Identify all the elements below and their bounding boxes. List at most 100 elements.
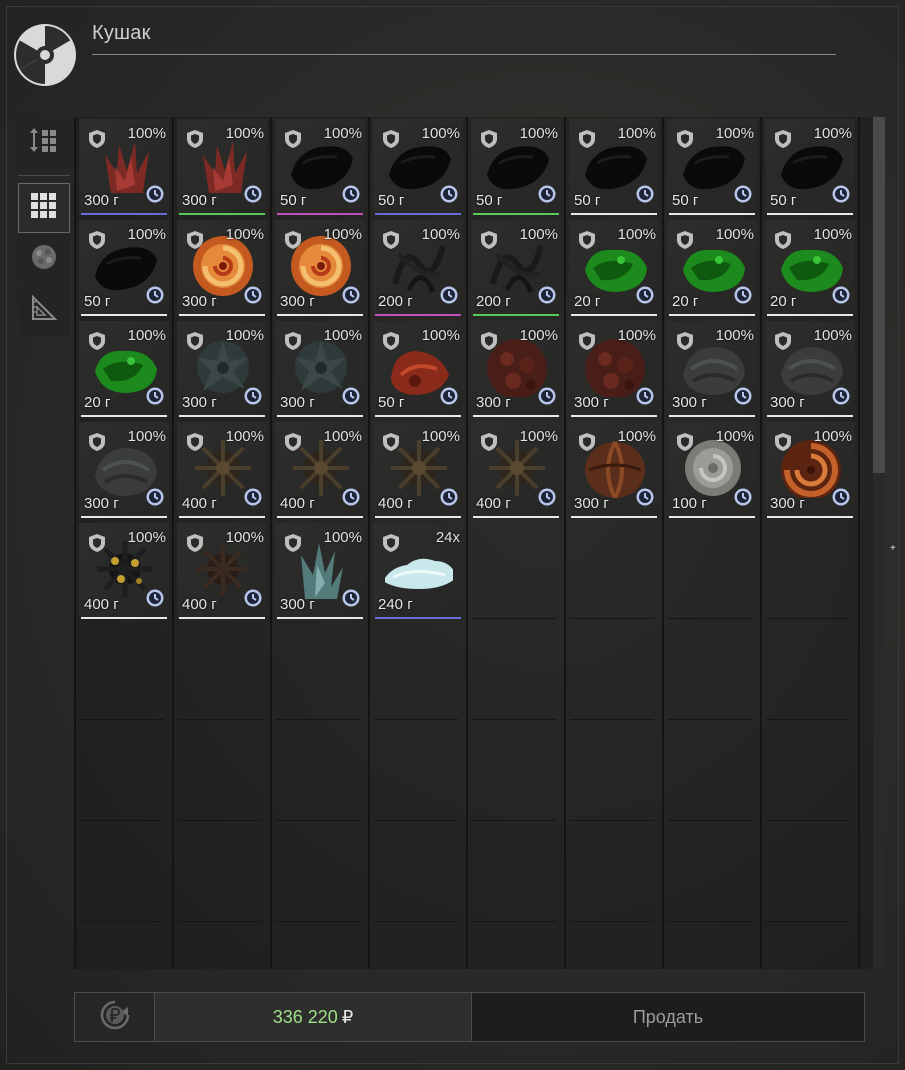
inventory-slot[interactable] xyxy=(468,723,564,824)
inventory-slot[interactable]: 100% 300 г xyxy=(566,319,662,420)
inventory-slot[interactable] xyxy=(664,925,760,969)
inventory-slot[interactable]: 100% 400 г xyxy=(468,420,564,521)
inventory-slot[interactable]: 100% 50 г xyxy=(76,218,172,319)
inventory-slot[interactable] xyxy=(174,925,270,969)
inventory-slot[interactable] xyxy=(174,824,270,925)
inventory-slot[interactable]: 100% 300 г xyxy=(468,319,564,420)
artifact-item[interactable]: 100% 300 г xyxy=(569,321,659,417)
inventory-slot[interactable]: 100% 200 г xyxy=(468,218,564,319)
inventory-slot[interactable] xyxy=(272,723,368,824)
artifact-item[interactable]: 100% 300 г xyxy=(177,220,267,316)
artifact-item[interactable]: 100% 300 г xyxy=(177,119,267,215)
inventory-slot[interactable] xyxy=(762,521,858,622)
artifact-item[interactable]: 100% 50 г xyxy=(765,119,855,215)
artifact-item[interactable]: 100% 300 г xyxy=(471,321,561,417)
artifact-item[interactable]: 100% 300 г xyxy=(765,422,855,518)
inventory-slot[interactable]: 100% 50 г xyxy=(272,117,368,218)
artifact-item[interactable]: 100% 50 г xyxy=(79,220,169,316)
artifact-item[interactable]: 100% 300 г xyxy=(569,422,659,518)
inventory-slot[interactable] xyxy=(370,723,466,824)
artifact-item[interactable]: 100% 300 г xyxy=(177,321,267,417)
sell-button[interactable]: Продать xyxy=(471,992,865,1042)
inventory-slot[interactable]: 100% 300 г xyxy=(566,420,662,521)
inventory-slot[interactable]: 100% 300 г xyxy=(272,521,368,622)
artifact-item[interactable]: 100% 50 г xyxy=(275,119,365,215)
ruler-tab[interactable] xyxy=(18,285,70,335)
artifact-item[interactable]: 100% 50 г xyxy=(373,321,463,417)
inventory-slot[interactable] xyxy=(468,622,564,723)
artifact-item[interactable]: 100% 20 г xyxy=(667,220,757,316)
inventory-slot[interactable]: 100% 400 г xyxy=(272,420,368,521)
inventory-slot[interactable] xyxy=(370,622,466,723)
artifact-item[interactable]: 100% 400 г xyxy=(275,422,365,518)
artifact-item[interactable]: 100% 400 г xyxy=(373,422,463,518)
inventory-slot[interactable] xyxy=(762,723,858,824)
inventory-slot[interactable] xyxy=(76,925,172,969)
grid-view-tab[interactable] xyxy=(18,183,70,233)
inventory-slot[interactable]: 100% 300 г xyxy=(762,420,858,521)
inventory-slot[interactable] xyxy=(272,824,368,925)
inventory-slot[interactable]: 100% 300 г xyxy=(174,117,270,218)
artifact-filter-tab[interactable] xyxy=(18,234,70,284)
inventory-slot[interactable] xyxy=(762,622,858,723)
inventory-slot[interactable]: 100% 300 г xyxy=(76,420,172,521)
inventory-slot[interactable]: 100% 20 г xyxy=(566,218,662,319)
inventory-slot[interactable] xyxy=(272,622,368,723)
artifact-item[interactable]: 100% 200 г xyxy=(373,220,463,316)
inventory-slot[interactable] xyxy=(272,925,368,969)
inventory-slot[interactable]: 100% 50 г xyxy=(664,117,760,218)
inventory-slot[interactable]: 100% 300 г xyxy=(664,319,760,420)
inventory-slot[interactable]: 100% 300 г xyxy=(174,319,270,420)
inventory-slot[interactable]: 100% 400 г xyxy=(76,521,172,622)
artifact-item[interactable]: 100% 300 г xyxy=(765,321,855,417)
inventory-slot[interactable] xyxy=(468,824,564,925)
artifact-item[interactable]: 100% 200 г xyxy=(471,220,561,316)
inventory-slot[interactable]: 100% 50 г xyxy=(566,117,662,218)
artifact-item[interactable]: 100% 300 г xyxy=(79,422,169,518)
inventory-slot[interactable] xyxy=(174,723,270,824)
inventory-slot[interactable]: 100% 20 г xyxy=(664,218,760,319)
inventory-slot[interactable]: 100% 400 г xyxy=(370,420,466,521)
artifact-item[interactable]: 100% 400 г xyxy=(471,422,561,518)
inventory-slot[interactable] xyxy=(370,925,466,969)
inventory-slot[interactable]: 100% 300 г xyxy=(762,319,858,420)
scrollbar[interactable] xyxy=(873,117,885,969)
artifact-item[interactable]: 100% 100 г xyxy=(667,422,757,518)
inventory-slot[interactable]: 100% 50 г xyxy=(370,117,466,218)
artifact-item[interactable]: 100% 50 г xyxy=(667,119,757,215)
inventory-slot[interactable]: 100% 200 г xyxy=(370,218,466,319)
inventory-slot[interactable] xyxy=(76,824,172,925)
artifact-item[interactable]: 100% 300 г xyxy=(275,321,365,417)
inventory-slot[interactable] xyxy=(370,824,466,925)
artifact-item[interactable]: 100% 400 г xyxy=(177,422,267,518)
inventory-slot[interactable] xyxy=(762,824,858,925)
artifact-item[interactable]: 100% 400 г xyxy=(79,523,169,619)
inventory-slot[interactable] xyxy=(566,723,662,824)
artifact-item[interactable]: 100% 400 г xyxy=(177,523,267,619)
artifact-item[interactable]: 100% 20 г xyxy=(765,220,855,316)
inventory-slot[interactable] xyxy=(566,622,662,723)
inventory-slot[interactable]: 100% 50 г xyxy=(762,117,858,218)
artifact-item[interactable]: 100% 300 г xyxy=(667,321,757,417)
inventory-slot[interactable]: 100% 300 г xyxy=(76,117,172,218)
inventory-slot[interactable] xyxy=(174,622,270,723)
inventory-slot[interactable] xyxy=(664,723,760,824)
inventory-slot[interactable] xyxy=(566,521,662,622)
inventory-slot[interactable] xyxy=(664,824,760,925)
inventory-slot[interactable] xyxy=(566,925,662,969)
inventory-slot[interactable] xyxy=(468,521,564,622)
inventory-slot[interactable] xyxy=(76,723,172,824)
exchange-button[interactable] xyxy=(74,992,155,1042)
artifact-item[interactable]: 100% 300 г xyxy=(79,119,169,215)
artifact-item[interactable]: 100% 300 г xyxy=(275,220,365,316)
inventory-slot[interactable] xyxy=(468,925,564,969)
inventory-slot[interactable]: 100% 100 г xyxy=(664,420,760,521)
artifact-item[interactable]: 100% 20 г xyxy=(79,321,169,417)
artifact-item[interactable]: 100% 50 г xyxy=(373,119,463,215)
inventory-slot[interactable] xyxy=(566,824,662,925)
inventory-slot[interactable]: 100% 20 г xyxy=(762,218,858,319)
scrollbar-thumb[interactable] xyxy=(873,117,885,473)
inventory-slot[interactable]: 100% 50 г xyxy=(468,117,564,218)
inventory-slot[interactable]: 100% 300 г xyxy=(174,218,270,319)
inventory-slot[interactable]: 100% 400 г xyxy=(174,521,270,622)
